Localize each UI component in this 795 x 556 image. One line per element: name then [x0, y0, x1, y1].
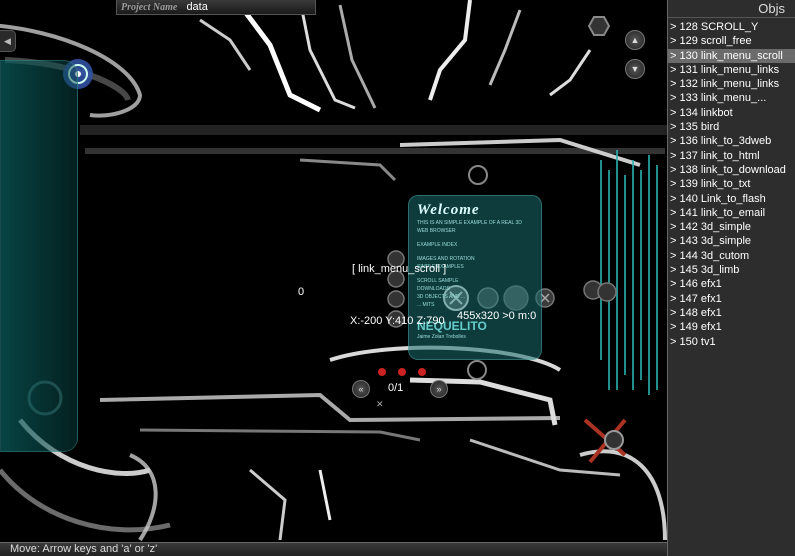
page-counter: 0/1 [388, 382, 404, 394]
objs-list-item[interactable]: > 135 bird [668, 120, 795, 134]
scroll-down-button[interactable]: ▼ [625, 59, 645, 79]
welcome-line: THIS IS AN SIMPLE EXAMPLE OF A REAL 3D [417, 220, 522, 226]
objs-list-item[interactable]: > 140 Link_to_flash [668, 192, 795, 206]
welcome-panel[interactable]: Welcome THIS IS AN SIMPLE EXAMPLE OF A R… [408, 195, 542, 360]
objs-list-item[interactable]: > 131 link_menu_links [668, 63, 795, 77]
objs-list-item[interactable]: > 137 link_to_html [668, 149, 795, 163]
objs-list-item[interactable]: > 136 link_to_3dweb [668, 134, 795, 148]
close-icon[interactable]: ✕ [376, 399, 384, 410]
objs-list: > 128 SCROLL_Y > 129 scroll_free > 130 lin… [668, 18, 795, 349]
welcome-title: Welcome [417, 202, 480, 218]
objs-list-item[interactable]: > 149 efx1 [668, 320, 795, 334]
objs-list-item[interactable]: > 147 efx1 [668, 292, 795, 306]
objs-list-item[interactable]: > 141 link_to_email [668, 206, 795, 220]
project-name-label: Project Name [121, 2, 178, 13]
left-arrow-button[interactable]: ◀ [0, 30, 16, 52]
next-page-button[interactable]: » [430, 380, 448, 398]
objs-list-item[interactable]: > 132 link_menu_links [668, 77, 795, 91]
objs-list-item[interactable]: > 138 link_to_download [668, 163, 795, 177]
welcome-signature-sub: Jaime Zolan Trebolles [417, 334, 466, 340]
objs-list-item[interactable]: > 133 link_menu_... [668, 91, 795, 105]
camera-coords: X:-200 Y:410 Z:790 [350, 315, 445, 327]
welcome-link[interactable]: IMAGES AND ROTATION [417, 255, 533, 263]
objs-list-item[interactable]: > 144 3d_cutom [668, 249, 795, 263]
objs-list-item[interactable]: > 143 3d_simple [668, 234, 795, 248]
objs-list-item[interactable]: > 129 scroll_free [668, 34, 795, 48]
status-bar: Move: Arrow keys and 'a' or 'z' [0, 542, 667, 556]
welcome-link[interactable]: EXAMPLE INDEX [417, 241, 533, 249]
objs-list-item[interactable]: > 128 SCROLL_Y [668, 20, 795, 34]
project-name-bar[interactable]: Project Name data [116, 0, 316, 15]
prev-page-button[interactable]: « [352, 380, 370, 398]
welcome-link[interactable]: ... MITS [417, 301, 533, 309]
hexagon-icon[interactable] [587, 16, 611, 36]
objs-panel-title: Objs [668, 0, 795, 18]
hover-object-label: [ link_menu_scroll ] [352, 263, 447, 275]
objs-panel: Objs > 128 SCROLL_Y > 129 scroll_free > 13… [667, 0, 795, 556]
welcome-link[interactable]: DOWNLOADS [417, 285, 533, 293]
objs-list-item[interactable]: > 139 link_to_txt [668, 177, 795, 191]
status-text: Move: Arrow keys and 'a' or 'z' [10, 543, 158, 555]
scene-glow [604, 430, 624, 450]
welcome-line: WEB BROWSER [417, 228, 456, 234]
objs-list-item[interactable]: > 148 efx1 [668, 306, 795, 320]
welcome-link[interactable]: 3D OBJECTS AND ... [417, 293, 533, 301]
objs-list-item[interactable]: > 145 3d_limb [668, 263, 795, 277]
objs-list-item[interactable]: > 142 3d_simple [668, 220, 795, 234]
scene-band [80, 125, 670, 135]
welcome-link[interactable]: SCROLL SAMPLE [417, 277, 533, 285]
counter-readout: 0 [298, 286, 305, 298]
scroll-up-button[interactable]: ▲ [625, 30, 645, 50]
size-info: 455x320 >0 m:0 [457, 310, 537, 322]
left-teal-panel [0, 60, 78, 452]
objs-list-item[interactable]: > 146 efx1 [668, 277, 795, 291]
project-name-value[interactable]: data [186, 1, 207, 13]
scene-band [85, 148, 665, 154]
objs-list-item[interactable]: > 130 link_menu_scroll [668, 48, 795, 63]
objs-list-item[interactable]: > 134 linkbot [668, 106, 795, 120]
objs-list-item[interactable]: > 150 tv1 [668, 335, 795, 349]
